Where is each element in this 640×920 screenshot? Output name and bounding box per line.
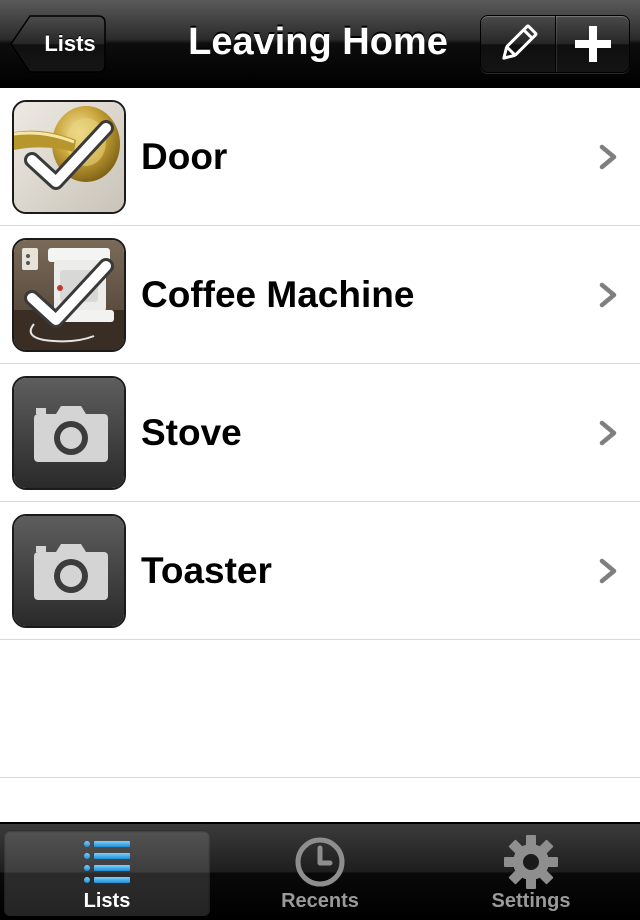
camera-icon [34, 544, 108, 600]
coffee-machine-thumbnail [12, 238, 126, 352]
pencil-icon [502, 24, 538, 60]
item-list: Door Coffee Machine Stove Toaster [0, 88, 640, 778]
navigation-bar: Lists Leaving Home [0, 0, 640, 88]
list-item-toaster[interactable]: Toaster [0, 502, 640, 640]
edit-button[interactable] [481, 16, 556, 72]
checkmark-icon [24, 120, 114, 190]
empty-row [0, 640, 640, 778]
door-handle-thumbnail [12, 100, 126, 214]
checkmark-icon [24, 258, 114, 328]
screen: Lists Leaving Home Door Coffee Machine S… [0, 0, 640, 920]
list-item-door[interactable]: Door [0, 88, 640, 226]
add-button[interactable] [556, 16, 629, 72]
item-label: Stove [141, 412, 242, 453]
clock-icon [295, 837, 345, 887]
chevron-right-icon [599, 144, 617, 170]
tab-label: Settings [491, 890, 571, 912]
item-label: Door [141, 136, 228, 177]
page-title: Leaving Home [188, 21, 448, 63]
camera-thumbnail[interactable] [12, 514, 126, 628]
item-label: Coffee Machine [141, 274, 415, 315]
gear-icon [504, 835, 558, 889]
list-item-coffee-machine[interactable]: Coffee Machine [0, 226, 640, 364]
list-item-stove[interactable]: Stove [0, 364, 640, 502]
item-label: Toaster [141, 550, 272, 591]
tab-label: Lists [83, 890, 131, 912]
chevron-right-icon [599, 420, 617, 446]
camera-icon [34, 406, 108, 462]
tab-bar: Lists Recents Settings [0, 822, 640, 920]
tab-settings[interactable]: Settings [428, 830, 634, 916]
plus-icon [574, 26, 611, 62]
nav-button-group [480, 15, 630, 73]
back-button[interactable]: Lists [10, 15, 106, 73]
chevron-right-icon [599, 282, 617, 308]
camera-thumbnail[interactable] [12, 376, 126, 490]
list-icon [84, 841, 130, 883]
tab-lists[interactable]: Lists [4, 830, 210, 916]
chevron-right-icon [599, 558, 617, 584]
tab-label: Recents [281, 890, 359, 912]
tab-recents[interactable]: Recents [217, 830, 423, 916]
back-button-label: Lists [44, 31, 96, 56]
